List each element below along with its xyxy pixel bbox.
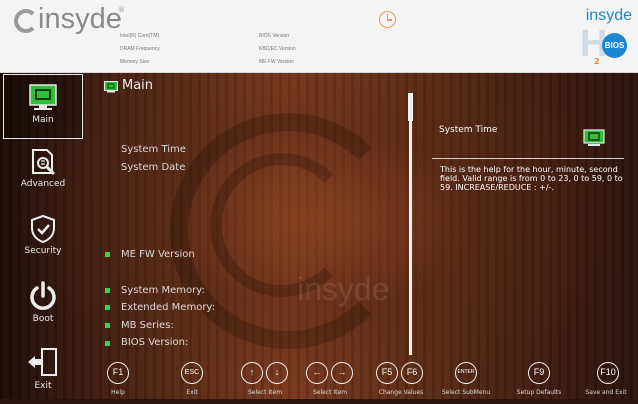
monitor-icon (29, 84, 57, 110)
sidebar-item-advanced[interactable]: Advanced (3, 139, 83, 204)
exit-door-icon (28, 348, 57, 376)
mb-series-label: MB Series: (121, 320, 174, 331)
extended-memory-label: Extended Memory: (121, 302, 215, 313)
info-mefw-label: ME FW Version (259, 59, 294, 65)
arrow-left-key-button[interactable]: ← (306, 362, 328, 384)
sidebar-item-label: Main (32, 115, 54, 125)
me-fw-version-label: ME FW Version (121, 249, 195, 260)
system-date-field[interactable]: System Date (121, 162, 185, 173)
f9-key-button[interactable]: F9 (528, 362, 550, 384)
document-search-icon (32, 149, 56, 176)
sidebar-item-label: Exit (34, 381, 52, 391)
insyde-logo: insyde (38, 3, 122, 35)
power-icon (30, 281, 56, 310)
bullet-marker (105, 305, 110, 310)
f1-key-button[interactable]: F1 (107, 362, 129, 384)
sidebar-item-security[interactable]: Security (3, 206, 83, 271)
setup-defaults-label: Setup Defaults (516, 389, 562, 396)
info-memory-label: Memory Size (120, 59, 150, 65)
clock-icon (379, 11, 396, 28)
wood-background (0, 73, 638, 399)
insyde-watermark: insyde (297, 271, 390, 307)
save-and-exit-label: Save and Exit (585, 389, 627, 396)
select-submenu-label: Select SubMenu (441, 389, 491, 396)
sidebar-nav: Main Advanced Security Boot Exit (0, 73, 86, 399)
info-dram-label: DRAM Frequency (120, 46, 160, 52)
panel-scrollbar[interactable] (408, 93, 413, 355)
select-item-label: Select Item (247, 389, 283, 396)
enter-key-button[interactable]: ENTER (455, 362, 477, 384)
info-cpu-label: Intel(R) Core(TM) (120, 33, 160, 39)
bullet-marker (105, 288, 110, 293)
insyde-h2o-logo: insyde H BIOS 2 (572, 5, 634, 67)
system-memory-label: System Memory: (121, 285, 205, 296)
help-text: This is the help for the hour, minute, s… (440, 165, 623, 192)
shield-icon (31, 214, 55, 244)
info-bios-label: BIOS Version (259, 33, 290, 39)
bios-version-label: BIOS Version: (121, 337, 189, 348)
f10-key-button[interactable]: F10 (597, 362, 619, 384)
bios-badge: BIOS (602, 33, 627, 58)
arrow-up-key-button[interactable]: ↑ (241, 362, 263, 384)
help-title: System Time (439, 125, 498, 135)
info-kbc-label: KBC/EC Version (259, 46, 296, 52)
help-divider (432, 158, 624, 159)
insyde-logo-mark-icon (14, 9, 38, 33)
header-bar: insyde ® Intel(R) Core(TM) DRAM Frequenc… (0, 0, 638, 73)
f5-key-button[interactable]: F5 (376, 362, 398, 384)
registered-mark: ® (118, 6, 125, 14)
sidebar-item-exit[interactable]: Exit (3, 339, 83, 404)
esc-key-button[interactable]: ESC (181, 362, 203, 384)
main-title-monitor-icon (104, 81, 118, 93)
bullet-marker (105, 323, 110, 328)
system-time-field[interactable]: System Time (121, 144, 186, 155)
sidebar-item-label: Boot (32, 314, 54, 324)
help-key-label: Help (111, 389, 125, 396)
brand-sub: 2 (594, 57, 600, 66)
help-monitor-icon (583, 129, 605, 146)
arrow-down-key-button[interactable]: ↓ (266, 362, 288, 384)
page-title: Main (122, 78, 154, 93)
arrow-right-key-button[interactable]: → (331, 362, 353, 384)
sidebar-item-main[interactable]: Main (3, 74, 83, 139)
f6-key-button[interactable]: F6 (401, 362, 423, 384)
sidebar-item-boot[interactable]: Boot (3, 272, 83, 337)
change-values-label: Change Values (378, 389, 424, 396)
sidebar-item-label: Security (24, 246, 62, 256)
select-item-label: Select Item (312, 389, 348, 396)
exit-key-label: Exit (186, 389, 198, 396)
sidebar-item-label: Advanced (20, 179, 66, 189)
bullet-marker (105, 341, 110, 346)
bullet-marker (105, 252, 110, 257)
